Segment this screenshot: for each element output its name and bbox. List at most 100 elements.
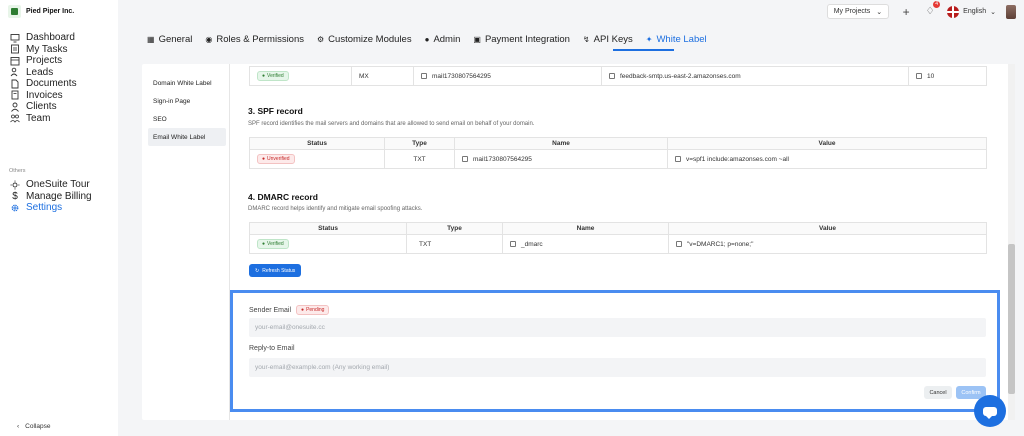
admin-icon: ● (424, 34, 430, 44)
dmarc-section-title: 4. DMARC record (248, 192, 318, 202)
document-icon (10, 79, 20, 89)
tab-label: API Keys (593, 33, 633, 45)
chat-button[interactable] (974, 395, 1006, 427)
sidebar-item-documents[interactable]: Documents (10, 78, 77, 90)
cancel-button[interactable]: Cancel (924, 386, 952, 399)
sidebar-item-my-tasks[interactable]: My Tasks (10, 44, 77, 56)
copy-icon[interactable] (462, 155, 468, 162)
sidebar-item-onesuite-tour[interactable]: OneSuite Tour (10, 179, 92, 191)
reply-to-email-input[interactable] (249, 358, 986, 377)
status-text: Verified (267, 73, 284, 79)
tab-label: General (158, 33, 193, 45)
tab-general[interactable]: ▦ General (147, 32, 192, 46)
table-header-row: Status Type Name Value (249, 222, 987, 235)
add-button[interactable]: + (899, 5, 913, 19)
reply-to-email-label: Reply-to Email (249, 345, 295, 352)
white-label-subnav: Domain White Label Sign-in Page SEO Emai… (148, 74, 226, 146)
sender-email-input[interactable] (249, 318, 986, 337)
subnav-seo[interactable]: SEO (148, 110, 226, 128)
copy-icon[interactable] (421, 72, 427, 79)
settings-tabs: ▦ General ◉ Roles & Permissions ⚙ Customize… (147, 32, 707, 46)
sidebar-item-team[interactable]: Team (10, 113, 77, 125)
subnav-domain-white-label[interactable]: Domain White Label (148, 74, 226, 92)
dollar-icon: $ (12, 190, 18, 202)
sidebar-item-leads[interactable]: Leads (10, 67, 77, 79)
tab-label: Admin (433, 33, 461, 45)
active-tab-indicator (613, 49, 674, 51)
users-icon (10, 67, 20, 77)
record-name: mail1730807564295 (432, 72, 491, 80)
plus-icon: + (902, 4, 910, 19)
sidebar-item-settings[interactable]: Settings (10, 202, 92, 214)
tab-admin[interactable]: ● Admin (425, 32, 461, 46)
brand[interactable]: Pied Piper Inc. (8, 5, 74, 18)
scrollbar-thumb[interactable] (1008, 244, 1015, 394)
sidebar-item-label: Leads (26, 66, 54, 78)
avatar[interactable] (1006, 4, 1016, 19)
brush-icon: ✦ (645, 34, 653, 44)
sidebar-item-label: Settings (26, 202, 63, 214)
spf-section-title: 3. SPF record (248, 106, 303, 116)
notifications-button[interactable]: ♢ 4 (923, 0, 941, 19)
language-value: English (963, 8, 987, 15)
copy-icon[interactable] (609, 72, 615, 79)
tab-label: Customize Modules (328, 33, 412, 45)
copy-icon[interactable] (916, 72, 922, 79)
sidebar-item-label: OneSuite Tour (26, 179, 90, 191)
record-priority: 10 (927, 72, 935, 80)
collapse-button[interactable]: ‹ Collapse (17, 423, 50, 430)
tab-label: White Label (656, 33, 707, 45)
table-row: ● Verified TXT _dmarc "v=DMARC1; p=none;… (249, 234, 987, 254)
sidebar: Pied Piper Inc. Dashboard My Tasks Proje… (0, 0, 118, 436)
sidebar-item-invoices[interactable]: Invoices (10, 90, 77, 102)
tab-label: Roles & Permissions (216, 33, 304, 45)
sidebar-item-label: Projects (26, 55, 63, 67)
tab-white-label[interactable]: ✦ White Label (646, 32, 707, 46)
invoice-icon (10, 90, 20, 100)
status-badge: ● Pending (296, 305, 330, 315)
project-select[interactable]: My Projects ⌄ (826, 4, 890, 19)
chevron-down-icon: ⌄ (990, 8, 996, 16)
column-header: Name (502, 222, 669, 235)
subnav-sign-in-page[interactable]: Sign-in Page (148, 92, 226, 110)
status-badge: ● Unverified (257, 154, 295, 164)
sidebar-item-clients[interactable]: Clients (10, 101, 77, 113)
team-icon (10, 113, 20, 123)
chevron-left-icon: ‹ (17, 423, 20, 430)
dmarc-record-table: Status Type Name Value ● Verified TXT _d… (249, 222, 987, 254)
secondary-nav: OneSuite Tour $ Manage Billing Settings (10, 179, 92, 214)
language-select[interactable]: English ⌄ (947, 5, 996, 18)
copy-icon[interactable] (676, 240, 682, 247)
sun-icon (10, 180, 20, 190)
record-type: TXT (384, 149, 455, 169)
column-header: Type (384, 137, 455, 150)
copy-icon[interactable] (510, 240, 516, 247)
record-name: mail1730807564295 (473, 155, 532, 163)
topbar: My Projects ⌄ + ♢ 4 English ⌄ (826, 0, 1016, 19)
status-badge: ● Verified (257, 71, 289, 81)
sidebar-item-dashboard[interactable]: Dashboard (10, 32, 77, 44)
chat-icon (983, 406, 997, 419)
reply-to-email-label-text: Reply-to Email (249, 345, 295, 352)
copy-icon[interactable] (675, 155, 681, 162)
spf-section-description: SPF record identifies the mail servers a… (248, 121, 535, 127)
monitor-icon (10, 33, 20, 43)
column-header: Type (406, 222, 503, 235)
tab-label: Payment Integration (484, 33, 570, 45)
sidebar-item-manage-billing[interactable]: $ Manage Billing (10, 190, 91, 203)
refresh-status-button[interactable]: ↻ Refresh Status (249, 264, 302, 277)
tab-api-keys[interactable]: ↯ API Keys (583, 32, 633, 46)
uk-flag-icon (947, 5, 960, 18)
tab-payment-integration[interactable]: ▣ Payment Integration (473, 32, 570, 46)
status-text: Verified (267, 241, 284, 247)
spf-record-table: Status Type Name Value ● Unverified TXT … (249, 137, 987, 169)
tab-customize-modules[interactable]: ⚙ Customize Modules (317, 32, 412, 46)
payment-icon: ▣ (473, 34, 481, 44)
tab-roles-permissions[interactable]: ◉ Roles & Permissions (205, 32, 304, 46)
others-section-label: Others (9, 168, 26, 174)
subnav-email-white-label[interactable]: Email White Label (148, 128, 226, 146)
record-type: MX (351, 66, 414, 86)
sidebar-item-projects[interactable]: Projects (10, 55, 77, 67)
table-header-row: Status Type Name Value (249, 137, 987, 150)
status-text: Pending (306, 307, 325, 313)
